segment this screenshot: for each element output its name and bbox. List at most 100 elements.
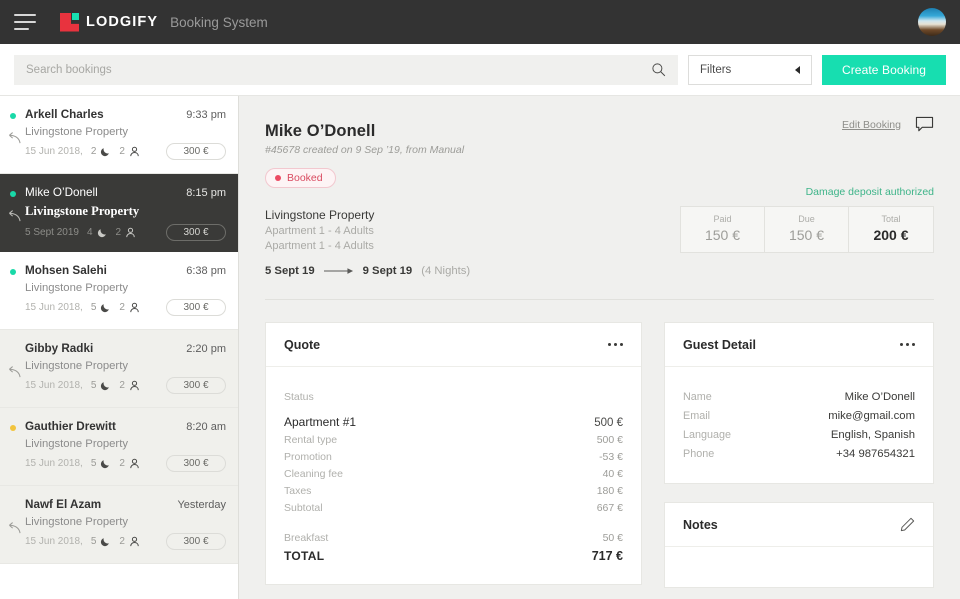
quote-card: Quote Status Apartment #1 500 € Rental t… bbox=[265, 322, 642, 585]
guest-detail-more-options-icon[interactable] bbox=[900, 343, 915, 346]
edit-booking-link[interactable]: Edit Booking bbox=[842, 119, 901, 131]
left-column: Quote Status Apartment #1 500 € Rental t… bbox=[265, 322, 642, 588]
guest-email-label: Email bbox=[683, 410, 710, 422]
person-icon bbox=[130, 302, 139, 313]
booking-price: 300 € bbox=[166, 377, 226, 394]
cards-area: Quote Status Apartment #1 500 € Rental t… bbox=[239, 300, 960, 588]
quote-line-item: Cleaning fee 40 € bbox=[284, 468, 623, 480]
booking-nights: 5 bbox=[90, 458, 97, 469]
chevron-left-icon bbox=[795, 65, 800, 74]
quote-line-label: Taxes bbox=[284, 485, 312, 497]
reply-arrow-icon bbox=[9, 132, 21, 144]
search-input[interactable] bbox=[26, 63, 651, 76]
quote-total-value: 717 € bbox=[591, 549, 623, 563]
person-icon bbox=[126, 227, 135, 238]
person-icon bbox=[130, 380, 139, 391]
booking-time: 8:15 pm bbox=[186, 187, 226, 199]
pencil-icon[interactable] bbox=[900, 517, 915, 532]
booking-time: 9:33 pm bbox=[186, 109, 226, 121]
quote-line-item: Taxes 180 € bbox=[284, 485, 623, 497]
quote-card-body: Status Apartment #1 500 € Rental type 50… bbox=[266, 367, 641, 584]
booking-property: Livingstone Property bbox=[25, 126, 128, 138]
total-cell: Total 200 € bbox=[849, 207, 933, 252]
quote-more-options-icon[interactable] bbox=[608, 343, 623, 346]
person-icon bbox=[130, 146, 139, 157]
guest-detail-card: Guest Detail Name Mike O’Donell Email mi… bbox=[664, 322, 934, 484]
booking-property: Livingstone Property bbox=[25, 438, 128, 450]
create-booking-button[interactable]: Create Booking bbox=[822, 54, 946, 85]
guest-name-label: Name bbox=[683, 391, 712, 403]
payment-summary: Damage deposit authorized Paid 150 € Due… bbox=[680, 186, 934, 253]
status-dot bbox=[10, 113, 16, 119]
booking-list-item[interactable]: Gibby Radki 2:20 pm Livingstone Property… bbox=[0, 330, 238, 408]
booking-guests: 2 bbox=[119, 536, 125, 547]
notes-title: Notes bbox=[683, 517, 718, 532]
notes-card-body[interactable] bbox=[665, 547, 933, 587]
section-divider bbox=[265, 299, 934, 300]
quote-line-value: 40 € bbox=[602, 468, 623, 480]
booking-guest-name: Gibby Radki bbox=[25, 342, 94, 355]
quote-status-label: Status bbox=[284, 391, 314, 403]
booking-property: Livingstone Property bbox=[25, 516, 128, 528]
moon-icon bbox=[101, 460, 110, 469]
booking-guests: 2 bbox=[119, 380, 125, 391]
arrow-right-icon bbox=[323, 268, 353, 274]
search-icon[interactable] bbox=[651, 62, 666, 77]
user-avatar[interactable] bbox=[918, 8, 946, 36]
due-label: Due bbox=[798, 214, 815, 224]
quote-line-item: Rental type 500 € bbox=[284, 434, 623, 446]
comment-icon[interactable] bbox=[915, 116, 934, 133]
quote-main-item: Apartment #1 500 € bbox=[284, 415, 623, 429]
nights-count: (4 Nights) bbox=[421, 265, 471, 277]
booking-date: 15 Jun 2018, bbox=[25, 458, 83, 469]
checkin-date: 5 Sept 19 bbox=[265, 265, 315, 277]
moon-icon bbox=[101, 382, 110, 391]
booking-list-item[interactable]: Mohsen Salehi 6:38 pm Livingstone Proper… bbox=[0, 252, 238, 330]
guest-detail-row: Name Mike O’Donell bbox=[683, 391, 915, 403]
booking-price: 300 € bbox=[166, 299, 226, 316]
page-body: Arkell Charles 9:33 pm Livingstone Prope… bbox=[0, 96, 960, 599]
booking-list-item[interactable]: Nawf El Azam Yesterday Livingstone Prope… bbox=[0, 486, 238, 564]
booking-date: 15 Jun 2018, bbox=[25, 146, 83, 157]
booking-time: 8:20 am bbox=[186, 421, 226, 433]
checkout-date: 9 Sept 19 bbox=[362, 265, 413, 277]
quote-extra-value: 50 € bbox=[602, 532, 623, 544]
quote-total-label: TOTAL bbox=[284, 549, 325, 563]
search-field[interactable] bbox=[14, 54, 678, 85]
guest-email-value: mike@gmail.com bbox=[828, 410, 915, 422]
right-column: Guest Detail Name Mike O’Donell Email mi… bbox=[664, 322, 934, 588]
booking-nights: 5 bbox=[90, 380, 97, 391]
quote-line-item: Subtotal 667 € bbox=[284, 502, 623, 514]
booking-list-item-selected[interactable]: Mike O’Donell 8:15 pm Livingstone Proper… bbox=[0, 174, 238, 252]
booking-guest-name: Gauthier Drewitt bbox=[25, 420, 116, 433]
booking-nights: 5 bbox=[90, 302, 97, 313]
quote-main-label: Apartment #1 bbox=[284, 415, 357, 429]
guest-phone-label: Phone bbox=[683, 448, 715, 460]
booking-nights: 4 bbox=[86, 227, 93, 238]
quote-line-value: 180 € bbox=[596, 485, 623, 497]
quote-extra-item: Breakfast 50 € bbox=[284, 532, 623, 544]
guest-phone-value: +34 987654321 bbox=[836, 448, 915, 460]
hamburger-menu-icon[interactable] bbox=[14, 14, 36, 30]
logo-text: LODGIFY bbox=[86, 14, 159, 30]
quote-line-label: Rental type bbox=[284, 434, 338, 446]
booking-list-item[interactable]: Arkell Charles 9:33 pm Livingstone Prope… bbox=[0, 96, 238, 174]
brand-logo[interactable]: LODGIFY bbox=[60, 12, 159, 32]
filters-dropdown[interactable]: Filters bbox=[688, 54, 812, 85]
booking-price: 300 € bbox=[166, 455, 226, 472]
booking-date: 15 Jun 2018, bbox=[25, 536, 83, 547]
booking-header: Mike O’Donell #45678 created on 9 Sep ’1… bbox=[239, 96, 960, 300]
reply-arrow-icon bbox=[9, 522, 21, 534]
booking-guest-name: Nawf El Azam bbox=[25, 498, 102, 511]
status-dot bbox=[10, 191, 16, 197]
quote-card-header: Quote bbox=[266, 323, 641, 367]
booking-price: 300 € bbox=[166, 143, 226, 160]
due-value: 150 € bbox=[788, 227, 825, 243]
paid-value: 150 € bbox=[704, 227, 741, 243]
bookings-sidebar[interactable]: Arkell Charles 9:33 pm Livingstone Prope… bbox=[0, 96, 239, 599]
booking-list-item[interactable]: Gauthier Drewitt 8:20 am Livingstone Pro… bbox=[0, 408, 238, 486]
booking-nights: 2 bbox=[90, 146, 97, 157]
guest-detail-card-header: Guest Detail bbox=[665, 323, 933, 367]
booking-guests: 2 bbox=[119, 458, 125, 469]
booking-guests: 2 bbox=[119, 146, 125, 157]
